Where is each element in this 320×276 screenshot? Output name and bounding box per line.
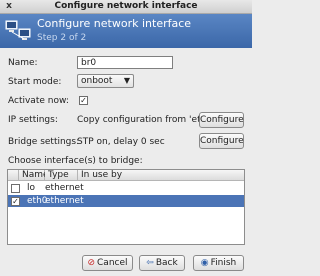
activate-now-label: Activate now: bbox=[8, 96, 69, 106]
finish-icon: ◉ bbox=[200, 258, 209, 268]
cancel-label: Cancel bbox=[97, 258, 128, 268]
back-arrow-icon: ⇦ bbox=[146, 258, 154, 268]
close-window-icon[interactable]: x bbox=[4, 2, 14, 11]
row-checkbox[interactable]: ✓ bbox=[11, 197, 20, 206]
interface-table: Name Type In use by lo ethernet ✓ eth0 e… bbox=[7, 169, 245, 245]
column-header-check[interactable] bbox=[8, 170, 19, 181]
banner-subtitle: Step 2 of 2 bbox=[37, 33, 87, 43]
row-name: lo bbox=[27, 183, 36, 193]
finish-label: Finish bbox=[210, 258, 237, 268]
name-label: Name: bbox=[8, 58, 38, 68]
cancel-icon: ⊘ bbox=[87, 258, 96, 268]
network-computers-icon bbox=[5, 20, 31, 40]
activate-now-checkbox[interactable]: ✓ bbox=[79, 96, 88, 105]
dialog-window: x Configure network interface Configure … bbox=[0, 0, 252, 276]
back-label: Back bbox=[155, 258, 178, 268]
window-title: Configure network interface bbox=[54, 1, 198, 11]
start-mode-select[interactable]: onboot ▼ bbox=[77, 74, 134, 88]
start-mode-value: onboot bbox=[81, 76, 113, 86]
ip-settings-label: IP settings: bbox=[8, 115, 58, 125]
banner-title: Configure network interface bbox=[37, 17, 192, 30]
chevron-down-icon: ▼ bbox=[123, 76, 130, 85]
back-button[interactable]: ⇦ Back bbox=[139, 255, 185, 271]
finish-button[interactable]: ◉ Finish bbox=[193, 255, 244, 271]
column-header-name[interactable]: Name bbox=[19, 170, 49, 181]
ip-settings-value: Copy configuration from 'eth0' bbox=[77, 115, 215, 125]
row-type: ethernet bbox=[45, 183, 84, 193]
wizard-banner: Configure network interface Step 2 of 2 bbox=[0, 14, 252, 48]
bridge-settings-value: STP on, delay 0 sec bbox=[77, 137, 165, 147]
table-caption: Choose interface(s) to bridge: bbox=[8, 156, 143, 166]
table-row[interactable]: ✓ eth0 ethernet bbox=[8, 195, 244, 207]
ip-configure-button[interactable]: Configure bbox=[199, 112, 244, 128]
table-row[interactable]: lo ethernet bbox=[8, 182, 244, 194]
title-bar: x Configure network interface bbox=[0, 0, 252, 14]
name-input[interactable]: br0 bbox=[77, 56, 173, 69]
column-header-type[interactable]: Type bbox=[45, 170, 78, 181]
bridge-settings-label: Bridge settings: bbox=[8, 137, 80, 147]
bridge-configure-button[interactable]: Configure bbox=[199, 133, 244, 149]
column-header-in-use-by[interactable]: In use by bbox=[78, 170, 244, 181]
start-mode-label: Start mode: bbox=[8, 77, 62, 87]
row-type: ethernet bbox=[45, 196, 84, 206]
cancel-button[interactable]: ⊘ Cancel bbox=[82, 255, 133, 271]
row-checkbox[interactable] bbox=[11, 184, 20, 193]
